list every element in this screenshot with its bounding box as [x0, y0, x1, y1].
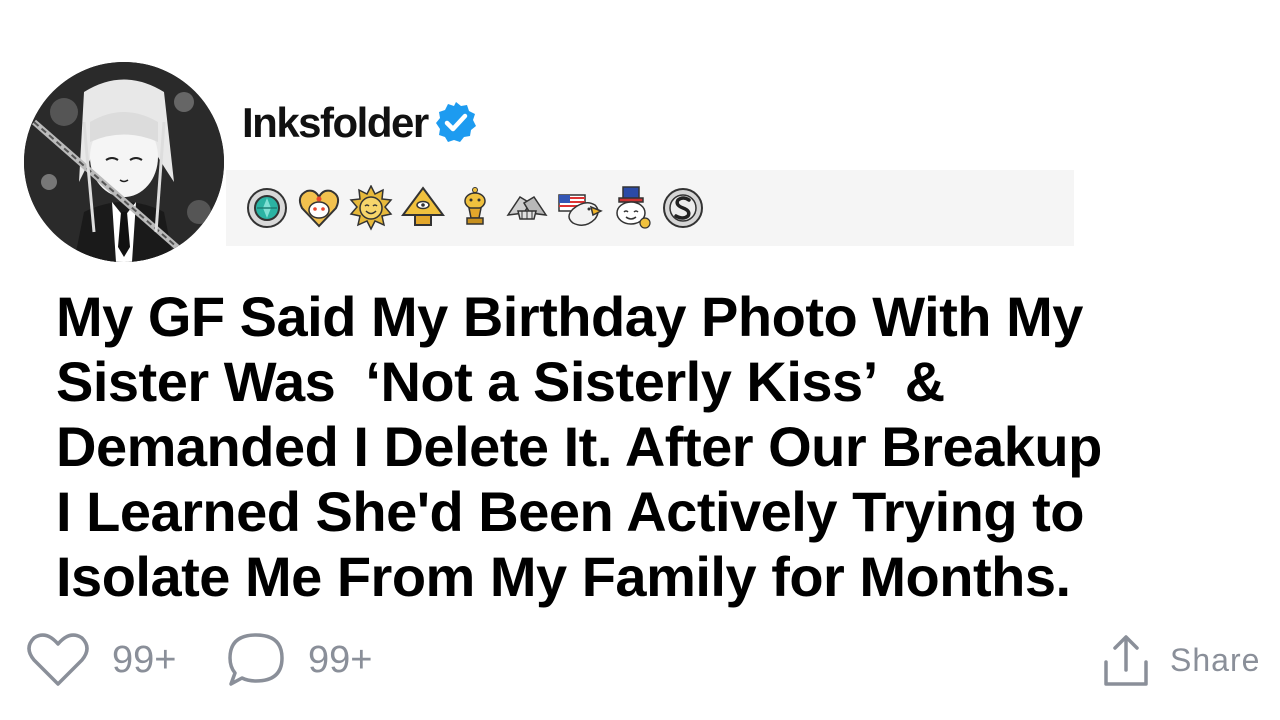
post-actions: 99+ 99+ Share [26, 630, 1266, 690]
comment-count: 99+ [308, 638, 373, 681]
avatar[interactable] [24, 62, 224, 262]
comment-button[interactable]: 99+ [226, 630, 372, 690]
handshake-award-icon[interactable] [502, 183, 552, 233]
heart-snoo-award-icon[interactable] [294, 183, 344, 233]
username[interactable]: Inksfolder [242, 99, 429, 147]
title-line: Isolate Me From My Family for Months. [56, 545, 1071, 608]
share-button[interactable]: Share [1102, 630, 1260, 690]
comment-bubble-icon [228, 633, 284, 686]
title-line: Sister Was ‘Not a Sisterly Kiss’ & [56, 350, 945, 413]
username-row: Inksfolder [242, 96, 480, 150]
manga-girl-avatar-icon [24, 62, 224, 262]
like-button[interactable]: 99+ [26, 630, 176, 690]
eagle-flag-award-icon[interactable] [554, 183, 604, 233]
post-card: Inksfolder My GF Said My Birthday Photo … [0, 0, 1280, 720]
snoo-top-hat-award-icon[interactable] [606, 183, 656, 233]
title-line: My GF Said My Birthday Photo With My [56, 285, 1083, 348]
post-title[interactable]: My GF Said My Birthday Photo With My Sis… [56, 284, 1271, 609]
title-line: Demanded I Delete It. After Our Breakup [56, 415, 1102, 478]
gold-pyramid-award-icon[interactable] [398, 183, 448, 233]
heart-icon [27, 633, 89, 686]
share-upload-icon [1104, 635, 1148, 686]
gold-sun-award-icon[interactable] [346, 183, 396, 233]
gold-trophy-snoo-award-icon[interactable] [450, 183, 500, 233]
teal-gem-award-icon[interactable] [242, 183, 292, 233]
verified-badge-icon [435, 102, 476, 142]
like-count: 99+ [112, 638, 177, 681]
title-line: I Learned She'd Been Actively Trying to [56, 480, 1085, 543]
silver-s-award-icon[interactable] [658, 183, 708, 233]
awards-bar [226, 170, 1074, 246]
share-label: Share [1170, 641, 1261, 678]
